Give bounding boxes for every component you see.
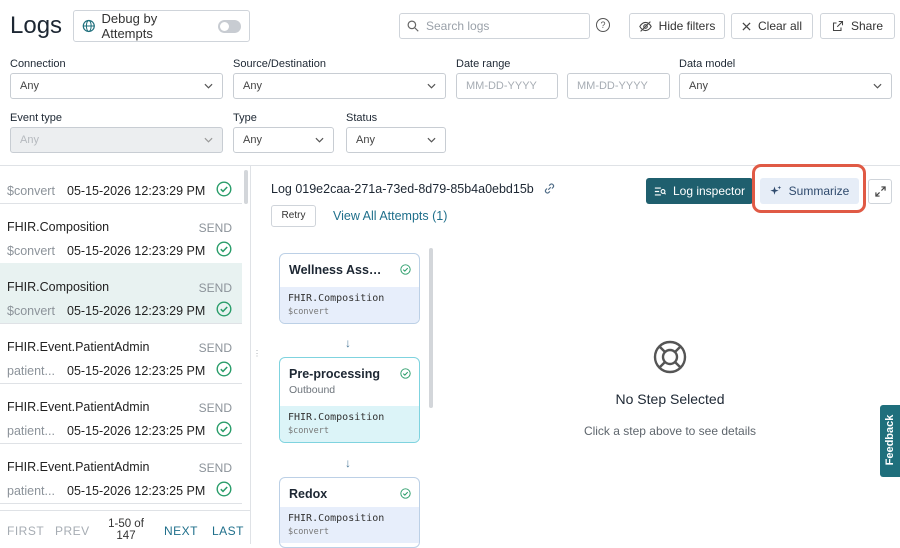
data-model-select[interactable]: Any	[679, 73, 892, 99]
chevron-down-icon	[873, 83, 882, 89]
inspector-icon	[654, 186, 666, 196]
arrow-down-icon: ↓	[345, 456, 351, 470]
status-select[interactable]: Any	[346, 127, 446, 153]
close-icon	[742, 21, 751, 31]
status-label: Status	[346, 112, 378, 124]
summarize-button[interactable]: Summarize	[760, 178, 859, 204]
sparkle-icon	[770, 185, 781, 195]
success-check-icon	[400, 368, 411, 379]
success-check-icon	[216, 181, 232, 197]
list-item[interactable]: $convert 05-15-2026 12:23:29 PM	[0, 166, 242, 204]
list-item[interactable]: FHIR.Event.PatientAdmin SEND patient... …	[0, 443, 242, 504]
event-type-select[interactable]: Any	[10, 127, 223, 153]
data-model-label: Data model	[679, 58, 736, 70]
retry-button[interactable]: Retry	[271, 205, 316, 227]
search-input[interactable]: Search logs	[399, 13, 590, 39]
date-range-label: Date range	[456, 58, 511, 70]
empty-state-title: No Step Selected	[615, 391, 725, 407]
debug-label: Debug by Attempts	[101, 11, 158, 41]
view-all-attempts-link[interactable]: View All Attempts (1)	[333, 209, 447, 223]
empty-state-subtitle: Click a step above to see details	[583, 424, 757, 438]
expand-icon[interactable]	[868, 179, 892, 204]
resize-handle[interactable]: ⋮	[253, 350, 261, 358]
list-scrollbar[interactable]	[244, 170, 248, 204]
success-check-icon	[400, 488, 411, 499]
step-card[interactable]: Redox FHIR.Composition $convert	[279, 477, 420, 548]
page-title: Logs	[10, 12, 63, 39]
step-card[interactable]: Wellness Associ... FHIR.Composition $con…	[279, 253, 420, 324]
hide-filters-button[interactable]: Hide filters	[629, 13, 725, 39]
type-select[interactable]: Any	[233, 127, 334, 153]
list-item[interactable]: FHIR.Composition SEND $convert 05-15-202…	[0, 203, 242, 264]
pagination: FIRST PREV 1-50 of 147 NEXT LAST	[0, 510, 250, 544]
expand-arrows-icon	[874, 186, 886, 197]
success-check-icon	[216, 301, 232, 317]
connection-select[interactable]: Any	[10, 73, 223, 99]
chevron-down-icon	[204, 137, 213, 143]
prev-page-button[interactable]: PREV	[55, 524, 90, 538]
steps-scrollbar[interactable]	[429, 248, 433, 408]
success-check-icon	[216, 241, 232, 257]
search-placeholder: Search logs	[426, 19, 490, 33]
success-check-icon	[216, 481, 232, 497]
next-page-button[interactable]: NEXT	[164, 524, 198, 538]
chevron-down-icon	[204, 83, 213, 89]
date-to-input[interactable]: MM-DD-YYYY	[567, 73, 670, 99]
log-list[interactable]: $convert 05-15-2026 12:23:29 PM FHIR.Com…	[0, 166, 242, 510]
arrow-down-icon: ↓	[345, 336, 351, 350]
success-check-icon	[216, 361, 232, 377]
share-button[interactable]: Share	[820, 13, 895, 39]
list-item[interactable]: FHIR.Event.PatientAdmin SEND patient... …	[0, 323, 242, 384]
log-id-heading: Log 019e2caa-271a-73ed-8d79-85b4a0ebd15b	[271, 182, 556, 196]
debug-by-attempts-toggle[interactable]: Debug by Attempts	[73, 10, 250, 42]
log-inspector-button[interactable]: Log inspector	[646, 178, 753, 204]
source-destination-select[interactable]: Any	[233, 73, 446, 99]
eye-slash-icon	[638, 20, 652, 32]
panel-divider	[250, 166, 251, 544]
help-icon[interactable]: ?	[596, 18, 610, 32]
lifebuoy-icon	[653, 340, 687, 374]
debug-switch[interactable]	[217, 19, 242, 33]
last-page-button[interactable]: LAST	[212, 524, 244, 538]
type-label: Type	[233, 112, 257, 124]
page-range: 1-50 of 147	[108, 518, 144, 542]
event-type-label: Event type	[10, 112, 62, 124]
chevron-down-icon	[427, 83, 436, 89]
success-check-icon	[216, 421, 232, 437]
date-from-input[interactable]: MM-DD-YYYY	[456, 73, 558, 99]
globe-icon	[82, 19, 95, 33]
clear-all-button[interactable]: Clear all	[731, 13, 813, 39]
search-icon	[407, 20, 419, 32]
feedback-tab[interactable]: Feedback	[880, 405, 900, 477]
chevron-down-icon	[427, 137, 436, 143]
step-card[interactable]: Pre-processing Outbound FHIR.Composition…	[279, 357, 420, 443]
list-item[interactable]: FHIR.Event.PatientAdmin SEND patient... …	[0, 383, 242, 444]
share-icon	[832, 20, 844, 32]
source-destination-label: Source/Destination	[233, 58, 326, 70]
chevron-down-icon	[315, 137, 324, 143]
first-page-button[interactable]: FIRST	[7, 524, 44, 538]
link-icon[interactable]	[543, 182, 556, 195]
success-check-icon	[400, 264, 411, 275]
connection-label: Connection	[10, 58, 66, 70]
list-item-selected[interactable]: FHIR.Composition SEND $convert 05-15-202…	[0, 263, 242, 324]
